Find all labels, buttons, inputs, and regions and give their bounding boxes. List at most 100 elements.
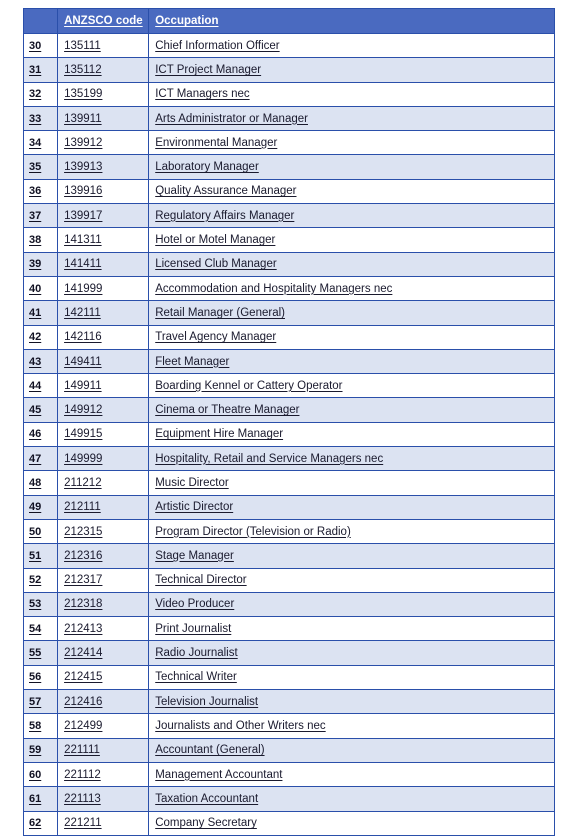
occupation-cell[interactable]: Company Secretary — [148, 810, 555, 836]
anzsco-code-cell[interactable]: 221211 — [57, 810, 150, 836]
anzsco-code-cell[interactable]: 141999 — [57, 275, 150, 302]
occupation-cell[interactable]: Artistic Director — [148, 494, 555, 520]
anzsco-code-link[interactable]: 149411 — [64, 356, 102, 368]
occupation-link[interactable]: Fleet Manager — [155, 356, 229, 368]
anzsco-code-link[interactable]: 149915 — [64, 428, 102, 440]
occupation-link[interactable]: Accommodation and Hospitality Managers n… — [155, 283, 392, 295]
column-header-anzsco-code[interactable]: ANZSCO code — [57, 8, 150, 34]
anzsco-code-cell[interactable]: 139913 — [57, 154, 150, 180]
occupation-cell[interactable]: Boarding Kennel or Cattery Operator — [148, 373, 555, 399]
anzsco-code-cell[interactable]: 212415 — [57, 664, 150, 691]
occupation-cell[interactable]: Music Director — [148, 470, 555, 496]
anzsco-code-link[interactable]: 212317 — [64, 574, 102, 586]
occupation-cell[interactable]: Journalists and Other Writers nec — [148, 713, 555, 739]
anzsco-code-link[interactable]: 142116 — [64, 331, 102, 343]
anzsco-code-cell[interactable]: 135199 — [57, 81, 150, 107]
occupation-link[interactable]: Television Journalist — [155, 696, 258, 708]
occupation-cell[interactable]: Cinema or Theatre Manager — [148, 397, 555, 423]
occupation-link[interactable]: Music Director — [155, 477, 228, 489]
occupation-cell[interactable]: Laboratory Manager — [148, 154, 555, 180]
occupation-cell[interactable]: Taxation Accountant — [148, 786, 555, 812]
anzsco-code-link[interactable]: 212315 — [64, 526, 102, 538]
anzsco-code-cell[interactable]: 142111 — [57, 300, 150, 326]
anzsco-code-cell[interactable]: 139916 — [57, 178, 150, 205]
anzsco-code-link[interactable]: 212318 — [64, 598, 102, 610]
occupation-cell[interactable]: ICT Project Manager — [148, 57, 555, 83]
anzsco-code-link[interactable]: 142111 — [64, 307, 101, 319]
occupation-link[interactable]: Equipment Hire Manager — [155, 428, 283, 440]
occupation-link[interactable]: Management Accountant — [155, 769, 282, 781]
occupation-cell[interactable]: Quality Assurance Manager — [148, 178, 555, 205]
anzsco-code-link[interactable]: 221112 — [64, 769, 101, 781]
anzsco-code-link[interactable]: 212316 — [64, 550, 102, 562]
occupation-link[interactable]: Journalists and Other Writers nec — [155, 720, 325, 732]
anzsco-code-cell[interactable]: 221111 — [57, 737, 150, 763]
anzsco-code-cell[interactable]: 139912 — [57, 130, 150, 156]
occupation-link[interactable]: Environmental Manager — [155, 137, 277, 149]
anzsco-code-cell[interactable]: 212315 — [57, 518, 150, 545]
occupation-cell[interactable]: Retail Manager (General) — [148, 300, 555, 326]
occupation-link[interactable]: Arts Administrator or Manager — [155, 113, 308, 125]
anzsco-code-cell[interactable]: 212111 — [57, 494, 150, 520]
anzsco-code-link[interactable]: 212415 — [64, 671, 102, 683]
anzsco-code-link[interactable]: 211212 — [64, 477, 102, 489]
anzsco-code-cell[interactable]: 212416 — [57, 689, 150, 715]
occupation-cell[interactable]: Accommodation and Hospitality Managers n… — [148, 275, 555, 302]
occupation-link[interactable]: Taxation Accountant — [155, 793, 258, 805]
anzsco-code-link[interactable]: 212413 — [64, 623, 102, 635]
anzsco-code-cell[interactable]: 212318 — [57, 591, 150, 618]
occupation-link[interactable]: Hotel or Motel Manager — [155, 234, 275, 246]
anzsco-code-cell[interactable]: 149912 — [57, 397, 150, 423]
anzsco-code-link[interactable]: 141999 — [64, 283, 102, 295]
anzsco-code-link[interactable]: 139913 — [64, 161, 102, 173]
occupation-cell[interactable]: Management Accountant — [148, 761, 555, 788]
occupation-cell[interactable]: Regulatory Affairs Manager — [148, 203, 555, 229]
occupation-cell[interactable]: ICT Managers nec — [148, 81, 555, 107]
anzsco-code-link[interactable]: 139911 — [64, 113, 102, 125]
occupation-link[interactable]: Radio Journalist — [155, 647, 237, 659]
anzsco-code-cell[interactable]: 149911 — [57, 373, 150, 399]
occupation-link[interactable]: Laboratory Manager — [155, 161, 259, 173]
anzsco-code-link[interactable]: 212416 — [64, 696, 102, 708]
anzsco-code-cell[interactable]: 212499 — [57, 713, 150, 739]
occupation-cell[interactable]: Chief Information Officer — [148, 32, 555, 59]
occupation-link[interactable]: Retail Manager (General) — [155, 307, 285, 319]
anzsco-code-cell[interactable]: 221113 — [57, 786, 150, 812]
occupation-cell[interactable]: Equipment Hire Manager — [148, 421, 555, 448]
anzsco-code-link[interactable]: 221113 — [64, 793, 101, 805]
anzsco-code-link[interactable]: 212111 — [64, 501, 101, 513]
anzsco-code-cell[interactable]: 135112 — [57, 57, 150, 83]
anzsco-code-cell[interactable]: 149411 — [57, 348, 150, 375]
occupation-cell[interactable]: Fleet Manager — [148, 348, 555, 375]
anzsco-code-link[interactable]: 149999 — [64, 453, 102, 465]
anzsco-code-cell[interactable]: 135111 — [57, 32, 150, 59]
anzsco-code-cell[interactable]: 212414 — [57, 640, 150, 666]
occupation-link[interactable]: Video Producer — [155, 598, 234, 610]
anzsco-code-cell[interactable]: 211212 — [57, 470, 150, 496]
occupation-link[interactable]: Licensed Club Manager — [155, 258, 276, 270]
occupation-link[interactable]: ICT Managers nec — [155, 88, 249, 100]
anzsco-code-link[interactable]: 212499 — [64, 720, 102, 732]
occupation-link[interactable]: Boarding Kennel or Cattery Operator — [155, 380, 342, 392]
occupation-cell[interactable]: Video Producer — [148, 591, 555, 618]
occupation-cell[interactable]: Technical Director — [148, 567, 555, 593]
anzsco-code-link[interactable]: 141311 — [64, 234, 102, 246]
anzsco-code-cell[interactable]: 141411 — [57, 251, 150, 277]
anzsco-code-link[interactable]: 139912 — [64, 137, 102, 149]
occupation-cell[interactable]: Accountant (General) — [148, 737, 555, 763]
occupation-link[interactable]: ICT Project Manager — [155, 64, 261, 76]
anzsco-code-cell[interactable]: 212316 — [57, 543, 150, 569]
anzsco-code-link[interactable]: 221111 — [64, 744, 100, 756]
anzsco-code-cell[interactable]: 212413 — [57, 616, 150, 642]
occupation-link[interactable]: Technical Writer — [155, 671, 237, 683]
occupation-cell[interactable]: Technical Writer — [148, 664, 555, 691]
anzsco-code-cell[interactable]: 149915 — [57, 421, 150, 448]
occupation-cell[interactable]: Travel Agency Manager — [148, 324, 555, 350]
occupation-cell[interactable]: Television Journalist — [148, 689, 555, 715]
occupation-link[interactable]: Program Director (Television or Radio) — [155, 526, 351, 538]
anzsco-code-cell[interactable]: 221112 — [57, 761, 150, 788]
anzsco-code-link[interactable]: 135111 — [64, 40, 101, 52]
anzsco-code-link[interactable]: 149912 — [64, 404, 102, 416]
occupation-cell[interactable]: Program Director (Television or Radio) — [148, 518, 555, 545]
occupation-cell[interactable]: Radio Journalist — [148, 640, 555, 666]
